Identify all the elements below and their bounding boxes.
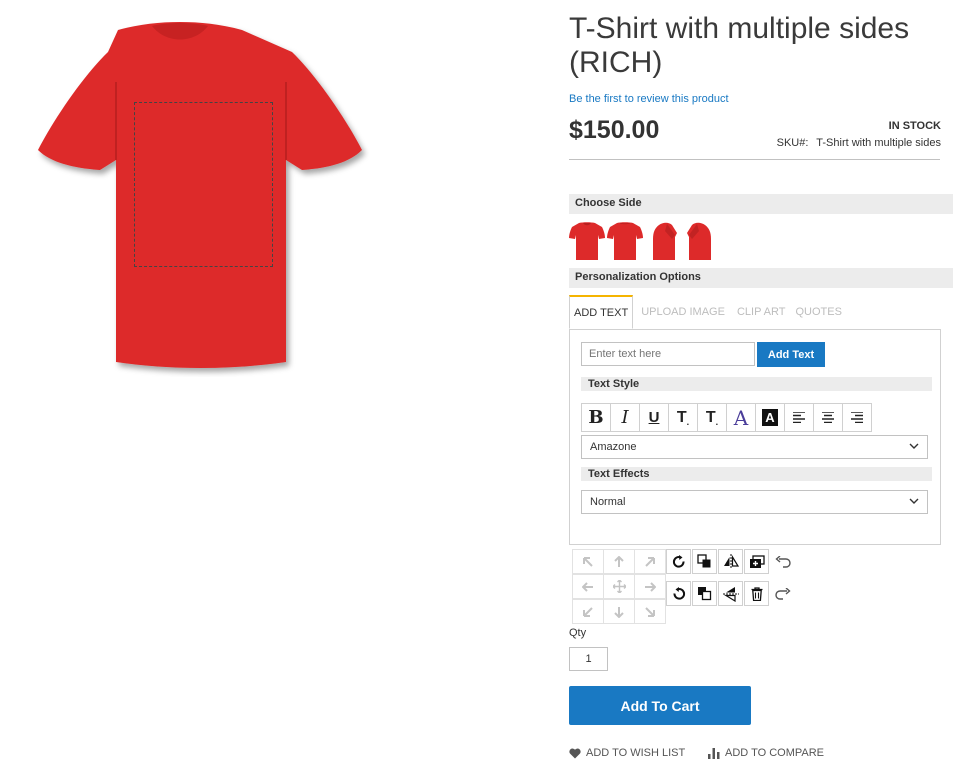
product-image: [30, 22, 370, 377]
flip-horizontal-icon[interactable]: [718, 549, 743, 574]
tab-upload-image[interactable]: UPLOAD IMAGE: [637, 295, 729, 329]
personalization-tabs: ADD TEXT UPLOAD IMAGE CLIP ART QUOTES: [569, 295, 846, 329]
rotate-cw-icon[interactable]: [666, 549, 691, 574]
text-background-icon[interactable]: A: [755, 403, 785, 432]
sku: SKU#: T-Shirt with multiple sides: [776, 137, 941, 149]
arrow-right-icon[interactable]: [634, 574, 666, 599]
text-style-heading: Text Style: [581, 377, 932, 391]
product-title: T-Shirt with multiple sides (RICH): [569, 12, 910, 79]
align-center-icon[interactable]: [813, 403, 843, 432]
tab-clip-art[interactable]: CLIP ART: [733, 295, 790, 329]
side-right-thumb[interactable]: [683, 221, 719, 261]
side-left-thumb[interactable]: [645, 221, 681, 261]
arrow-up-right-icon[interactable]: [634, 549, 666, 574]
align-right-icon[interactable]: [842, 403, 872, 432]
font-select-value: Amazone: [590, 441, 637, 453]
side-front-thumb[interactable]: [569, 221, 605, 261]
bring-forward-icon[interactable]: [692, 549, 717, 574]
arrow-up-left-icon[interactable]: [572, 549, 604, 574]
rotate-ccw-icon[interactable]: [666, 581, 691, 606]
arrow-left-icon[interactable]: [572, 574, 604, 599]
sku-label: SKU#:: [776, 137, 809, 149]
divider: [569, 159, 940, 160]
undo-icon[interactable]: [770, 549, 795, 574]
tab-add-text[interactable]: ADD TEXT: [569, 295, 634, 329]
personalization-heading: Personalization Options: [569, 268, 953, 288]
stock-status: IN STOCK: [888, 120, 941, 132]
compare-icon: [708, 747, 720, 759]
redo-icon[interactable]: [770, 581, 795, 606]
choose-side-heading: Choose Side: [569, 194, 953, 214]
text-shadow-icon[interactable]: T.: [668, 403, 698, 432]
text-color-icon[interactable]: A: [726, 403, 756, 432]
design-area[interactable]: [134, 102, 273, 267]
sku-value: T-Shirt with multiple sides: [816, 137, 941, 149]
add-to-cart-button[interactable]: Add To Cart: [569, 686, 751, 725]
tab-quotes[interactable]: QUOTES: [791, 295, 845, 329]
effect-select-value: Normal: [590, 496, 626, 508]
arrow-up-icon[interactable]: [603, 549, 635, 574]
text-style-toolbar: B I U T. T. A A: [581, 403, 872, 432]
underline-icon[interactable]: U: [639, 403, 669, 432]
add-to-compare-link[interactable]: ADD TO COMPARE: [708, 747, 824, 759]
send-backward-icon[interactable]: [692, 581, 717, 606]
align-left-icon[interactable]: [784, 403, 814, 432]
move-icon[interactable]: [603, 574, 635, 599]
arrow-down-right-icon[interactable]: [634, 599, 666, 624]
chevron-down-icon: [909, 498, 919, 504]
qty-label: Qty: [569, 627, 587, 639]
font-select[interactable]: Amazone: [581, 435, 928, 459]
italic-icon[interactable]: I: [610, 403, 640, 432]
text-effects-heading: Text Effects: [581, 467, 932, 481]
review-link[interactable]: Be the first to review this product: [569, 93, 729, 105]
arrow-down-icon[interactable]: [603, 599, 635, 624]
text-outline-icon[interactable]: T.: [697, 403, 727, 432]
heart-icon: [569, 748, 581, 758]
duplicate-icon[interactable]: [744, 549, 769, 574]
bold-icon[interactable]: B: [581, 403, 611, 432]
qty-input[interactable]: [569, 647, 608, 671]
wishlist-label: ADD TO WISH LIST: [586, 747, 686, 759]
text-input[interactable]: [581, 342, 755, 366]
side-back-thumb[interactable]: [607, 221, 643, 261]
compare-label: ADD TO COMPARE: [725, 747, 825, 759]
effect-select[interactable]: Normal: [581, 490, 928, 514]
add-text-button[interactable]: Add Text: [757, 342, 825, 367]
add-to-wishlist-link[interactable]: ADD TO WISH LIST: [569, 747, 685, 759]
arrow-down-left-icon[interactable]: [572, 599, 604, 624]
product-price: $150.00: [569, 116, 660, 144]
flip-vertical-icon[interactable]: [718, 581, 743, 606]
chevron-down-icon: [909, 443, 919, 449]
side-thumbnails: [569, 221, 719, 261]
delete-icon[interactable]: [744, 581, 769, 606]
